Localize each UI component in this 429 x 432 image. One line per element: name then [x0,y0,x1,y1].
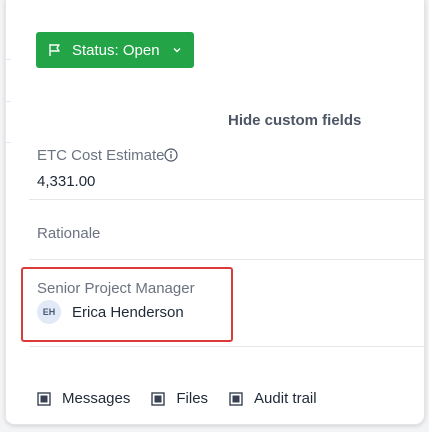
highlight-box [21,267,233,342]
field-divider [29,199,424,200]
status-label: Status: Open [72,41,160,59]
tab-audit-trail[interactable]: Audit trail [229,390,317,407]
square-checkbox-icon [37,391,51,406]
field-divider [29,346,424,347]
flag-icon [49,44,60,56]
tab-audit-trail-label: Audit trail [254,390,317,407]
etc-cost-estimate-value[interactable]: 4,331.00 [37,173,95,190]
border-tick [5,142,11,143]
border-tick [5,59,11,60]
tab-messages[interactable]: Messages [37,390,130,407]
square-checkbox-icon [151,391,166,406]
tab-messages-label: Messages [62,390,131,407]
rationale-label: Rationale [37,225,101,242]
details-panel: Status: Open Hide custom fields ETC Cost… [5,0,425,425]
hide-custom-fields-link[interactable]: Hide custom fields [228,112,361,129]
tab-files-label: Files [176,390,209,407]
bottom-tabs: Messages Files Audit trail [37,390,338,407]
square-checkbox-icon [229,391,243,406]
info-icon[interactable] [164,148,178,162]
chevron-down-icon [173,48,181,53]
status-button[interactable]: Status: Open [36,32,194,68]
field-divider [29,259,424,260]
border-tick [5,101,11,102]
tab-files[interactable]: Files [151,390,208,407]
etc-cost-estimate-label: ETC Cost Estimate [37,147,165,164]
panel-left-border [5,0,6,424]
